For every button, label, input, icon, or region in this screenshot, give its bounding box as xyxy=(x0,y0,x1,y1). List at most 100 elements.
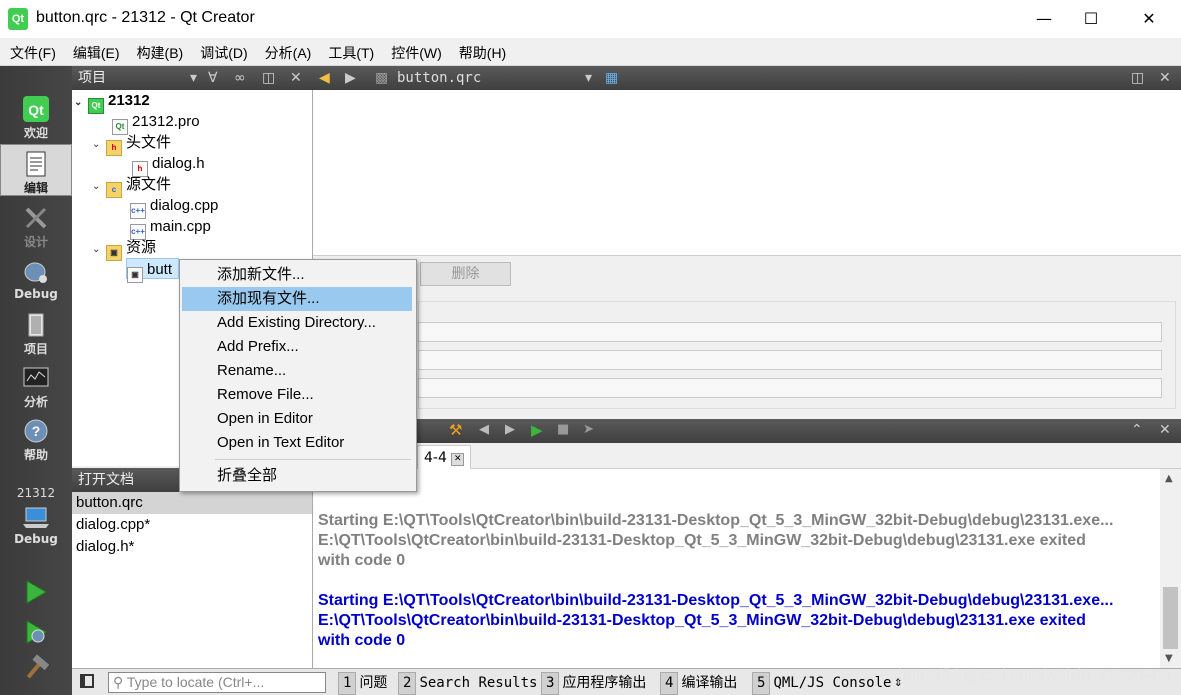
build-button[interactable] xyxy=(22,654,50,686)
menu-item-remove-file[interactable]: Remove File... xyxy=(182,383,412,407)
close-tab-icon[interactable]: ✕ xyxy=(451,453,465,466)
menu-controls[interactable]: 控件(W) xyxy=(381,39,449,66)
tree-root[interactable]: ⌄ Qt 21312 xyxy=(74,90,150,114)
mode-welcome[interactable]: Qt 欢迎 xyxy=(0,90,72,142)
menu-file[interactable]: 文件(F) xyxy=(0,39,63,66)
split-icon[interactable]: ◫ xyxy=(262,66,275,90)
tree-dialog-h[interactable]: h dialog.h xyxy=(132,153,205,177)
split-icon[interactable]: ◫ xyxy=(1131,66,1144,90)
mode-edit[interactable]: 编辑 xyxy=(0,144,72,196)
maximize-button[interactable]: ☐ xyxy=(1068,0,1114,38)
delete-button[interactable]: 删除 xyxy=(420,262,511,286)
menu-item-add-existing-directory[interactable]: Add Existing Directory... xyxy=(182,311,412,335)
menu-item-add-existing-file[interactable]: 添加现有文件... xyxy=(182,287,412,311)
menu-item-collapse-all[interactable]: 折叠全部 xyxy=(182,464,412,488)
dropdown-arrow-icon[interactable]: ▾ xyxy=(190,66,197,90)
open-documents-list: button.qrc dialog.cpp* dialog.h* xyxy=(72,492,313,668)
maximize-panel-icon[interactable]: ⌃ xyxy=(1131,422,1143,438)
tree-resources-folder[interactable]: ⌄ ▣ 资源 xyxy=(92,237,156,261)
output-scrollbar[interactable]: ▲ ▼ xyxy=(1160,469,1181,668)
output-tabs: 4-4 ✕ xyxy=(313,443,1181,469)
tree-sources-folder[interactable]: ⌄ c 源文件 xyxy=(92,174,171,198)
status-tab-qml-console[interactable]: 5 QML/JS Console xyxy=(752,672,891,695)
tree-headers-folder[interactable]: ⌄ h 头文件 xyxy=(92,132,171,156)
chevron-down-icon[interactable]: ⌄ xyxy=(92,176,106,197)
class-browser-icon[interactable]: ▦ xyxy=(605,66,618,90)
qrc-file-icon: ▣ xyxy=(127,267,143,283)
chevron-down-icon[interactable]: ⌄ xyxy=(74,92,88,113)
menu-item-add-new-file[interactable]: 添加新文件... xyxy=(182,263,412,287)
run-play-icon xyxy=(26,580,47,604)
status-tab-issues[interactable]: 1 问题 xyxy=(338,672,387,695)
forward-arrow-icon[interactable]: ▶ xyxy=(345,66,356,90)
prefix-field[interactable] xyxy=(418,322,1162,342)
output-line: Starting E:\QT\Tools\QtCreator\bin\build… xyxy=(318,512,1114,529)
menu-bar: 文件(F) 编辑(E) 构建(B) 调试(D) 分析(A) 工具(T) 控件(W) 帮助(H) xyxy=(0,39,1181,66)
next-arrow-icon[interactable]: ▶ xyxy=(505,422,515,437)
attach-icon[interactable]: ➤ xyxy=(583,422,594,437)
kit-mode-label: Debug xyxy=(14,532,58,546)
debug-run-button[interactable] xyxy=(22,618,50,650)
close-editor-icon[interactable]: ✕ xyxy=(1159,66,1171,90)
tree-pro-file[interactable]: Qt 21312.pro xyxy=(112,111,200,135)
window-title: button.qrc - 21312 - Qt Creator xyxy=(36,9,255,26)
open-doc-item[interactable]: dialog.cpp* xyxy=(72,514,312,536)
menu-item-rename[interactable]: Rename... xyxy=(182,359,412,383)
menu-item-open-in-editor[interactable]: Open in Editor xyxy=(182,407,412,431)
scroll-thumb[interactable] xyxy=(1163,587,1178,649)
svg-text:Qt: Qt xyxy=(28,102,44,118)
back-arrow-icon[interactable]: ◀ xyxy=(319,66,330,90)
qt-logo-icon: Qt xyxy=(23,96,49,122)
mode-design[interactable]: 设计 xyxy=(0,199,72,251)
output-line: E:\QT\Tools\QtCreator\bin\build-23131-De… xyxy=(318,612,1086,629)
close-panel-icon[interactable]: ✕ xyxy=(290,66,302,90)
output-tab[interactable]: 4-4 ✕ xyxy=(417,445,472,469)
filter-icon[interactable]: ∀ xyxy=(208,66,218,90)
close-button[interactable]: ✕ xyxy=(1126,0,1172,38)
menu-analyze[interactable]: 分析(A) xyxy=(255,39,319,66)
mode-analyze[interactable]: 分析 xyxy=(0,359,72,411)
run-play-icon[interactable]: ▶ xyxy=(531,421,543,439)
scroll-down-icon[interactable]: ▼ xyxy=(1165,653,1173,664)
scroll-up-icon[interactable]: ▲ xyxy=(1165,473,1173,484)
tree-dialog-cpp[interactable]: c++ dialog.cpp xyxy=(130,195,218,219)
run-button[interactable] xyxy=(22,578,50,610)
mode-help[interactable]: ? 帮助 xyxy=(0,412,72,464)
build-icon[interactable]: ⚒ xyxy=(449,421,462,439)
link-icon[interactable]: ∞ xyxy=(234,66,246,90)
open-doc-item[interactable]: dialog.h* xyxy=(72,536,312,558)
menu-item-add-prefix[interactable]: Add Prefix... xyxy=(182,335,412,359)
status-tab-search-results[interactable]: 2 Search Results xyxy=(398,672,537,695)
status-tab-app-output[interactable]: 3 应用程序输出 xyxy=(541,672,646,695)
menu-debug[interactable]: 调试(D) xyxy=(190,39,254,66)
menu-build[interactable]: 构建(B) xyxy=(127,39,191,66)
qt-app-icon: Qt xyxy=(8,8,28,30)
prev-arrow-icon[interactable]: ◀ xyxy=(479,422,489,437)
mode-sidebar: Qt 欢迎 编辑 设计 Debug 项目 分析 ? 帮助 21312 Debug xyxy=(0,66,72,695)
stop-icon[interactable]: ■ xyxy=(557,422,569,437)
minimize-button[interactable]: — xyxy=(1021,0,1067,38)
analyze-monitor-icon xyxy=(23,367,49,387)
status-tab-compile-output[interactable]: 4 编译输出 xyxy=(660,672,737,695)
menu-help[interactable]: 帮助(H) xyxy=(449,39,513,66)
chevron-down-icon[interactable]: ⌄ xyxy=(92,239,106,260)
locator-input[interactable]: ⚲ Type to locate (Ctrl+... xyxy=(108,672,326,693)
projects-panel-header: 项目 ▾ ∀ ∞ ◫ ✕ xyxy=(72,66,313,90)
dropdown-arrow-icon[interactable]: ▾ xyxy=(585,66,592,90)
menu-edit[interactable]: 编辑(E) xyxy=(63,39,127,66)
menu-item-open-in-text-editor[interactable]: Open in Text Editor xyxy=(182,431,412,455)
menu-tools[interactable]: 工具(T) xyxy=(318,39,381,66)
alias-field[interactable] xyxy=(418,378,1162,398)
editor-file-name[interactable]: button.qrc xyxy=(397,66,481,90)
kit-selector[interactable]: 21312 Debug xyxy=(0,482,72,558)
tree-button-qrc[interactable]: ▣ butt xyxy=(126,258,180,283)
close-panel-icon[interactable]: ✕ xyxy=(1159,422,1171,438)
open-doc-item[interactable]: button.qrc xyxy=(72,492,312,514)
mode-help-label: 帮助 xyxy=(23,448,48,462)
mode-debug[interactable]: Debug xyxy=(0,253,72,305)
toggle-sidebar-icon[interactable] xyxy=(80,674,94,688)
chevron-down-icon[interactable]: ⌄ xyxy=(92,134,106,155)
tree-main-cpp[interactable]: c++ main.cpp xyxy=(130,216,211,240)
language-field[interactable] xyxy=(418,350,1162,370)
mode-projects[interactable]: 项目 xyxy=(0,306,72,358)
